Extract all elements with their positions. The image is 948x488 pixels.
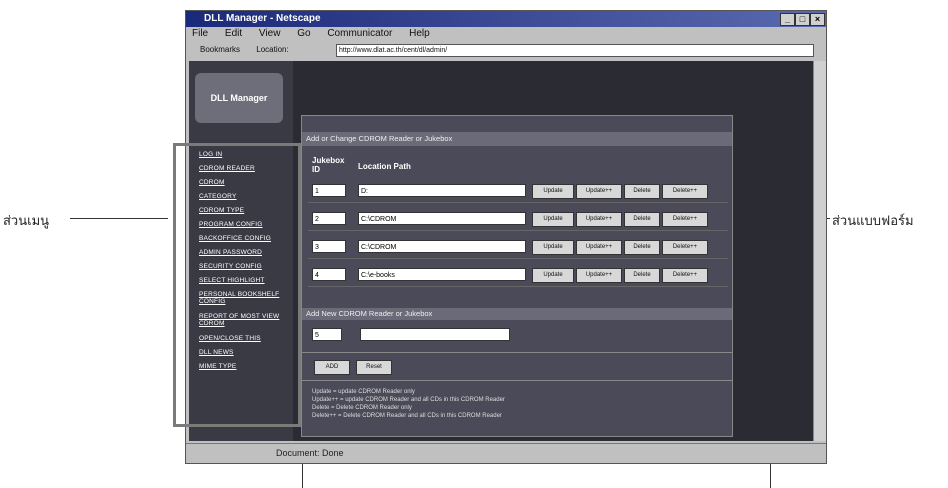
table-row: 2 C:\CDROM Update Update++ Delete Delete… bbox=[308, 208, 728, 231]
menu-help[interactable]: Help bbox=[409, 28, 430, 39]
sidebar: DLL Manager LOG IN CDROM READER CDROM CA… bbox=[173, 61, 301, 441]
update-all-button[interactable]: Update++ bbox=[576, 184, 622, 199]
update-button[interactable]: Update bbox=[532, 268, 574, 283]
update-button[interactable]: Update bbox=[532, 184, 574, 199]
column-header-path: Location Path bbox=[358, 162, 411, 171]
status-text: Document: Done bbox=[276, 448, 344, 458]
delete-all-button[interactable]: Delete++ bbox=[662, 240, 708, 255]
sidebar-item-open-close[interactable]: OPEN/CLOSE THIS bbox=[199, 335, 261, 342]
close-button[interactable]: × bbox=[810, 13, 825, 26]
sidebar-item-login[interactable]: LOG IN bbox=[199, 151, 222, 158]
table-row: 3 C:\CDROM Update Update++ Delete Delete… bbox=[308, 236, 728, 259]
location-path-field[interactable]: C:\CDROM bbox=[358, 212, 526, 225]
page-content: DLL Manager LOG IN CDROM READER CDROM CA… bbox=[173, 61, 813, 441]
jukebox-id-field[interactable]: 4 bbox=[312, 268, 346, 281]
form-divider bbox=[302, 380, 732, 381]
sidebar-item-program-config[interactable]: PROGRAM CONFIG bbox=[199, 221, 262, 228]
column-header-id: Jukebox ID bbox=[312, 156, 345, 174]
location-path-field[interactable]: C:\CDROM bbox=[358, 240, 526, 253]
menu-edit[interactable]: Edit bbox=[225, 28, 242, 39]
add-section-title: Add New CDROM Reader or Jukebox bbox=[302, 308, 732, 320]
url-input[interactable]: http://www.dlat.ac.th/cent/dl/admin/ bbox=[336, 44, 814, 57]
sidebar-item-cdrom[interactable]: CDROM bbox=[199, 179, 225, 186]
sidebar-item-backoffice-config[interactable]: BACKOFFICE CONFIG bbox=[199, 235, 271, 242]
menu-highlight-frame bbox=[173, 143, 301, 427]
bookmarks-button[interactable]: Bookmarks bbox=[200, 45, 240, 54]
jukebox-id-field[interactable]: 2 bbox=[312, 212, 346, 225]
reset-button[interactable]: Reset bbox=[356, 360, 392, 375]
update-all-button[interactable]: Update++ bbox=[576, 212, 622, 227]
add-button[interactable]: ADD bbox=[314, 360, 350, 375]
delete-all-button[interactable]: Delete++ bbox=[662, 268, 708, 283]
new-id-field[interactable]: 5 bbox=[312, 328, 342, 341]
new-path-field[interactable] bbox=[360, 328, 510, 341]
update-all-button[interactable]: Update++ bbox=[576, 240, 622, 255]
sidebar-item-cdrom-type[interactable]: CDROM TYPE bbox=[199, 207, 244, 214]
menu-section-label: ส่วนเมนู bbox=[3, 214, 50, 229]
menu-go[interactable]: Go bbox=[297, 28, 310, 39]
delete-all-button[interactable]: Delete++ bbox=[662, 184, 708, 199]
menu-view[interactable]: View bbox=[259, 28, 281, 39]
menu-file[interactable]: File bbox=[192, 28, 208, 39]
legend-line: Update++ = update CDROM Reader and all C… bbox=[312, 397, 505, 403]
legend-line: Update = update CDROM Reader only bbox=[312, 389, 415, 395]
sidebar-item-cdrom-reader[interactable]: CDROM READER bbox=[199, 165, 255, 172]
sidebar-item-mime-type[interactable]: MIME TYPE bbox=[199, 363, 236, 370]
button-legend: Update = update CDROM Reader only Update… bbox=[312, 388, 612, 420]
browser-window: DLL Manager - Netscape _ □ × File Edit V… bbox=[173, 10, 827, 464]
sidebar-item-select-highlight[interactable]: SELECT HIGHLIGHT bbox=[199, 277, 265, 284]
location-path-field[interactable]: C:\e-books bbox=[358, 268, 526, 281]
jukebox-id-field[interactable]: 3 bbox=[312, 240, 346, 253]
update-button[interactable]: Update bbox=[532, 240, 574, 255]
minimize-button[interactable]: _ bbox=[780, 13, 795, 26]
delete-button[interactable]: Delete bbox=[624, 184, 660, 199]
table-row: 4 C:\e-books Update Update++ Delete Dele… bbox=[308, 264, 728, 287]
dll-logo: DLL Manager bbox=[195, 73, 283, 123]
delete-all-button[interactable]: Delete++ bbox=[662, 212, 708, 227]
status-bar: Document: Done bbox=[186, 443, 826, 462]
menu-communicator[interactable]: Communicator bbox=[327, 28, 392, 39]
location-toolbar: Bookmarks Location: http://www.dlat.ac.t… bbox=[186, 41, 826, 59]
delete-button[interactable]: Delete bbox=[624, 268, 660, 283]
sidebar-item-personal-bookshelf[interactable]: PERSONAL BOOKSHELF CONFIG bbox=[199, 291, 285, 305]
sidebar-item-category[interactable]: CATEGORY bbox=[199, 193, 236, 200]
sidebar-item-security-config[interactable]: SECURITY CONFIG bbox=[199, 263, 262, 270]
sidebar-item-dll-news[interactable]: DLL NEWS bbox=[199, 349, 234, 356]
location-path-field[interactable]: D: bbox=[358, 184, 526, 197]
location-label: Location: bbox=[256, 45, 289, 54]
menu-label-line bbox=[70, 218, 168, 219]
sidebar-item-report-most-view[interactable]: REPORT OF MOST VIEW CDROM bbox=[199, 313, 285, 327]
jukebox-id-field[interactable]: 1 bbox=[312, 184, 346, 197]
menu-bar: File Edit View Go Communicator Help bbox=[186, 27, 826, 41]
form-section-label: ส่วนแบบฟอร์ม bbox=[832, 214, 914, 229]
form-divider bbox=[302, 352, 732, 353]
update-all-button[interactable]: Update++ bbox=[576, 268, 622, 283]
legend-line: Delete = Delete CDROM Reader only bbox=[312, 405, 412, 411]
delete-button[interactable]: Delete bbox=[624, 240, 660, 255]
update-button[interactable]: Update bbox=[532, 212, 574, 227]
sidebar-item-admin-password[interactable]: ADMIN PASSWORD bbox=[199, 249, 262, 256]
table-row: 1 D: Update Update++ Delete Delete++ bbox=[308, 180, 728, 203]
legend-line: Delete++ = Delete CDROM Reader and all C… bbox=[312, 413, 502, 419]
maximize-button[interactable]: □ bbox=[795, 13, 810, 26]
window-title: DLL Manager - Netscape bbox=[204, 13, 321, 24]
vertical-scrollbar[interactable] bbox=[813, 61, 826, 441]
title-bar: DLL Manager - Netscape _ □ × bbox=[186, 11, 826, 27]
delete-button[interactable]: Delete bbox=[624, 212, 660, 227]
form-title: Add or Change CDROM Reader or Jukebox bbox=[302, 132, 732, 146]
form-panel: Add or Change CDROM Reader or Jukebox Ju… bbox=[301, 115, 733, 437]
